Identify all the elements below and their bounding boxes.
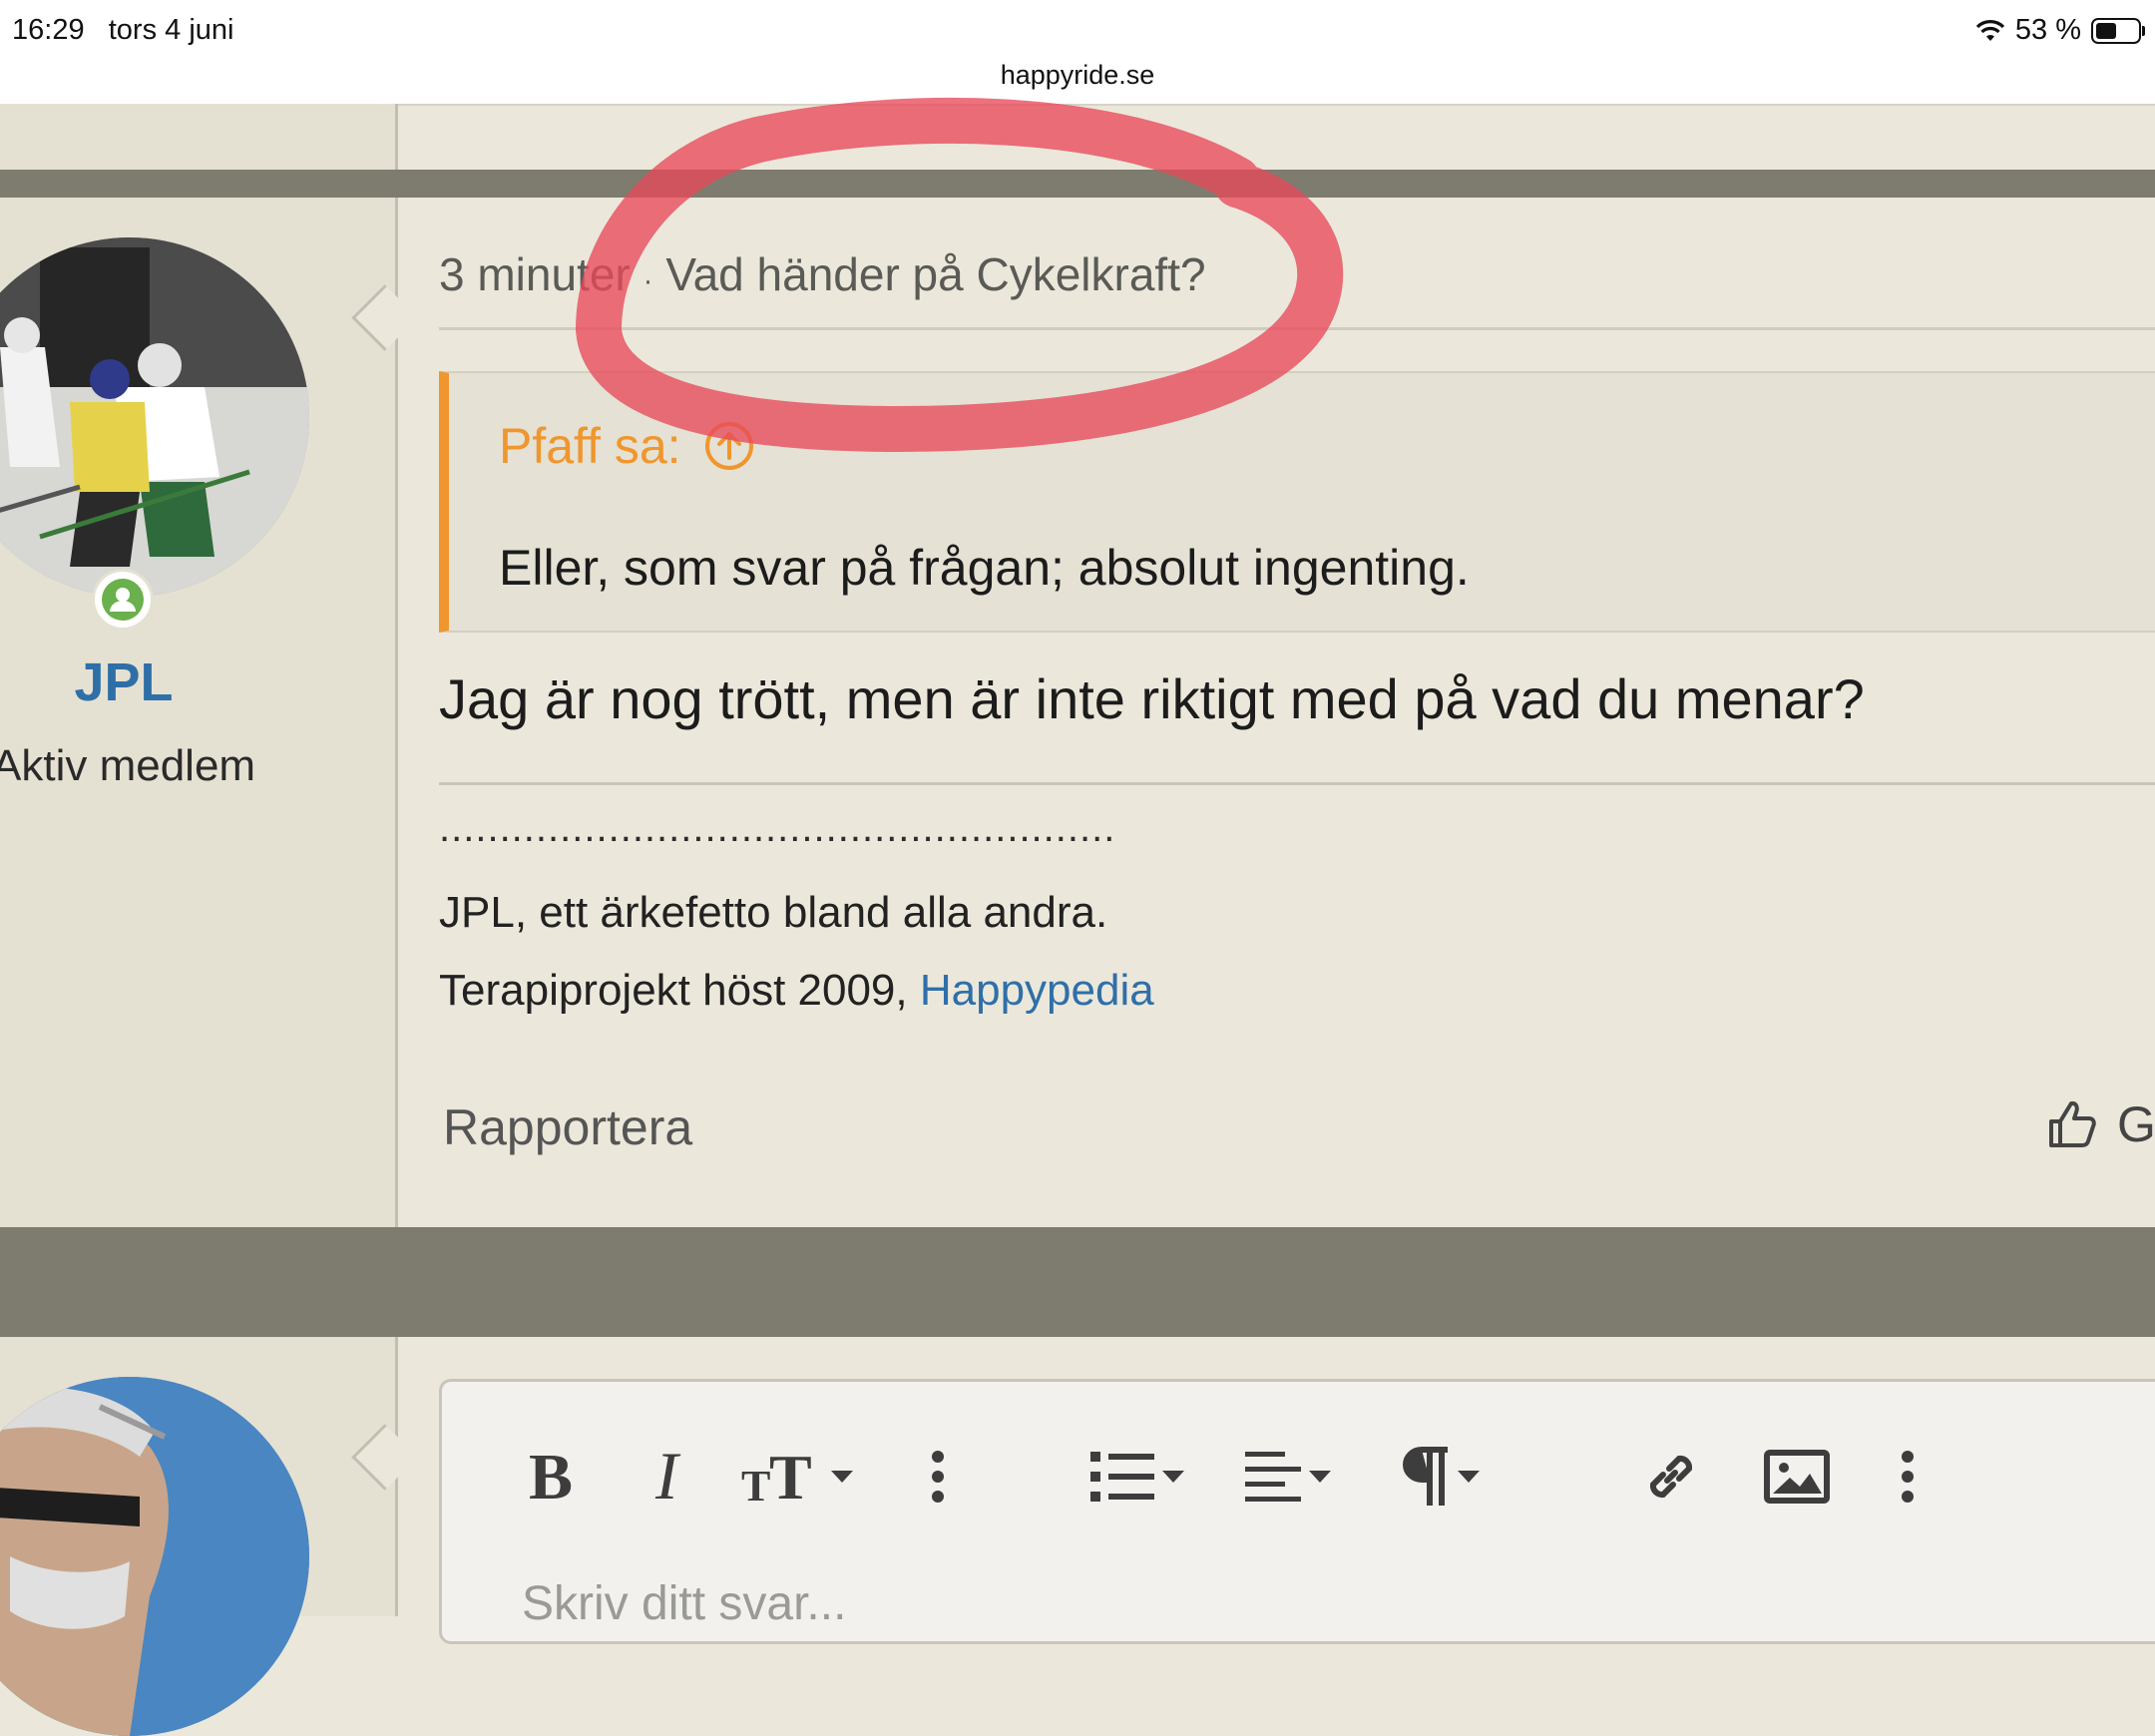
post-username[interactable]: JPL [0,651,247,713]
svg-text:T: T [769,1447,812,1507]
reply-user-column [0,1337,398,1736]
post-meta: 3 minuter · Vad händer på Cykelkraft? [439,247,1206,301]
chevron-down-icon [1162,1471,1184,1483]
signature-line-1: JPL, ett ärkefetto bland alla andra. [439,888,1108,937]
post-time[interactable]: 3 minuter [439,248,631,300]
image-icon [1764,1450,1830,1504]
signature-line-2-text: Terapiprojekt höst 2009, [439,966,920,1015]
post-message: Jag är nog trött, men är inte riktigt me… [439,667,1865,730]
status-date: tors 4 juni [108,14,234,46]
previous-post-user-column: Aktiv medlem [0,104,398,170]
signature-dots: ........................................… [439,806,1116,850]
like-label: G [2117,1096,2155,1152]
list-icon [1090,1452,1154,1502]
post-user-role: Aktiv medlem [0,741,256,790]
happypedia-link[interactable]: Happypedia [920,966,1154,1015]
reply-input-placeholder[interactable]: Skriv ditt svar... [522,1576,846,1631]
battery-icon [2091,17,2145,44]
wifi-icon [1975,19,2005,41]
status-time: 16:29 [12,14,85,46]
report-button[interactable]: Rapportera [443,1098,692,1156]
like-button[interactable]: G [2045,1095,2155,1153]
quote-author: Pfaff sa: [499,418,681,474]
signature-line-2: Terapiprojekt höst 2009, Happypedia [439,966,1154,1016]
reply-avatar-image [0,1377,309,1736]
quote-author-link[interactable]: Pfaff sa: [499,417,755,475]
more-options-button[interactable] [1901,1432,1915,1521]
more-text-options-button[interactable] [931,1432,945,1521]
chevron-down-icon [1309,1471,1331,1483]
status-bar: 16:29 tors 4 juni 53 % happyride.se [0,0,2155,106]
link-icon [1649,1455,1693,1499]
quote-block: Pfaff sa: Eller, som svar på frågan; abs… [439,371,2155,633]
quick-reply: B I TT Skriv ditt svar... [0,1337,2155,1736]
align-left-icon [1245,1452,1301,1502]
reply-editor[interactable]: B I TT Skriv ditt svar... [439,1379,2155,1644]
forum-post: JPL Aktiv medlem 3 minuter · Vad händer … [0,198,2155,1227]
arrow-up-circle-icon[interactable] [703,420,755,472]
paragraph-button[interactable] [1400,1432,1480,1521]
post-user-column: JPL Aktiv medlem [0,198,398,1227]
status-indicators: 53 % [1975,14,2145,47]
list-button[interactable] [1090,1432,1184,1521]
avatar[interactable] [0,237,309,597]
quote-text: Eller, som svar på frågan; absolut ingen… [499,540,1470,596]
reply-avatar [0,1377,309,1736]
chevron-down-icon [831,1471,853,1483]
italic-button[interactable]: I [651,1432,695,1521]
post-separator-2 [0,1227,2155,1337]
svg-text:T: T [741,1462,770,1507]
avatar-image [0,237,309,597]
meta-divider [439,327,2155,330]
more-vertical-icon [1902,1451,1914,1503]
meta-separator: · [643,264,653,297]
previous-user-role: Aktiv medlem [0,104,253,112]
svg-text:B: B [529,1447,573,1507]
online-status-icon [92,569,154,631]
font-size-button[interactable]: TT [741,1432,853,1521]
more-vertical-icon [932,1451,944,1503]
bold-button[interactable]: B [527,1432,577,1521]
insert-image-button[interactable] [1764,1432,1830,1521]
bold-icon: B [529,1447,573,1507]
thumbs-up-icon [2049,1100,2096,1147]
signature-divider [439,782,2155,785]
text-size-icon: TT [741,1447,812,1507]
status-clock: 16:29 tors 4 juni [12,14,233,47]
align-button[interactable] [1245,1432,1331,1521]
battery-percent: 53 % [2014,14,2081,46]
chevron-down-icon [1458,1471,1480,1483]
insert-link-button[interactable] [1639,1432,1703,1521]
address-url[interactable]: happyride.se [0,60,2155,91]
svg-text:I: I [654,1447,681,1507]
pilcrow-icon [1403,1447,1448,1506]
thread-title[interactable]: Vad händer på Cykelkraft? [665,248,1205,300]
italic-icon: I [654,1447,681,1507]
post-separator [0,170,2155,198]
